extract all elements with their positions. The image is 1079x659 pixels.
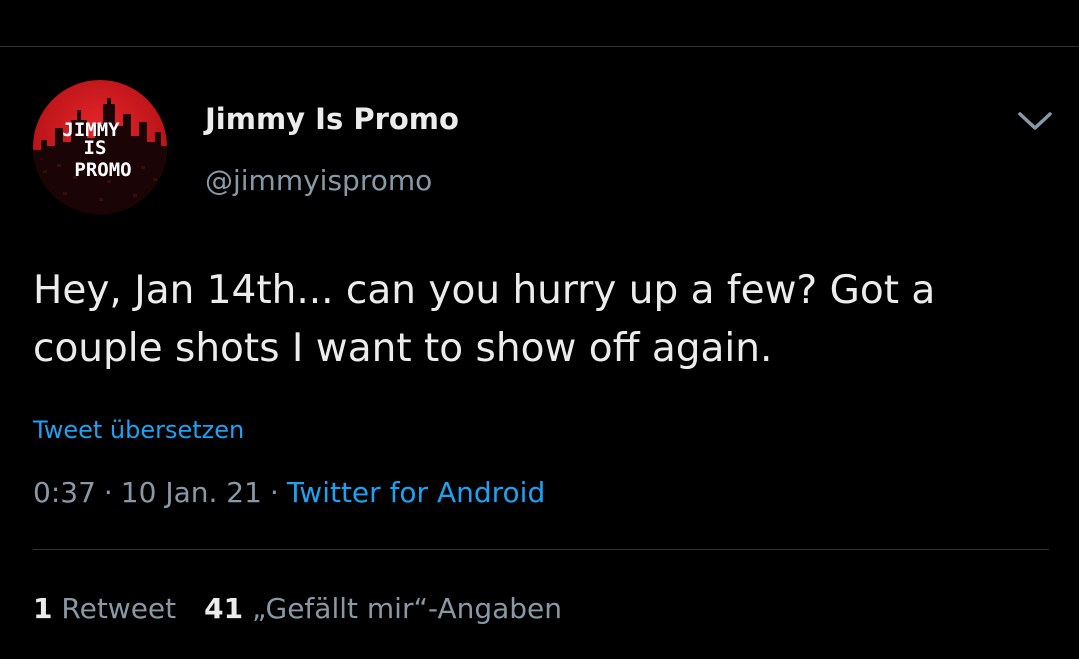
- retweets-stat[interactable]: 1 Retweet: [33, 592, 176, 625]
- tweet-time[interactable]: 0:37: [33, 476, 96, 509]
- avatar[interactable]: JIMMY IS PROMO: [33, 80, 167, 214]
- tweet-date[interactable]: 10 Jan. 21: [121, 476, 262, 509]
- stats-divider: [33, 549, 1049, 550]
- chevron-down-icon[interactable]: [1014, 104, 1056, 136]
- avatar-text-line-3: PROMO: [74, 159, 131, 181]
- meta-separator: ·: [269, 476, 279, 509]
- tweet-stats: 1 Retweet 41 „Gefällt mir“-Angaben: [33, 592, 562, 625]
- likes-stat[interactable]: 41 „Gefällt mir“-Angaben: [204, 592, 562, 625]
- retweets-label: Retweet: [61, 592, 177, 625]
- top-divider: [0, 46, 1079, 47]
- author-name[interactable]: Jimmy Is Promo: [205, 102, 459, 136]
- likes-count: 41: [204, 592, 244, 625]
- avatar-image: JIMMY IS PROMO: [33, 80, 167, 214]
- tweet-text: Hey, Jan 14th... can you hurry up a few?…: [33, 268, 936, 371]
- tweet-meta: 0:37 · 10 Jan. 21 · Twitter for Android: [33, 476, 545, 509]
- translate-tweet-link[interactable]: Tweet übersetzen: [33, 416, 244, 444]
- meta-separator: ·: [103, 476, 113, 509]
- author-handle[interactable]: @jimmyispromo: [205, 164, 432, 197]
- tweet-source-link[interactable]: Twitter for Android: [287, 476, 545, 509]
- likes-label: „Gefällt mir“-Angaben: [252, 592, 563, 625]
- avatar-text-line-2: IS: [84, 137, 107, 159]
- retweets-count: 1: [33, 592, 53, 625]
